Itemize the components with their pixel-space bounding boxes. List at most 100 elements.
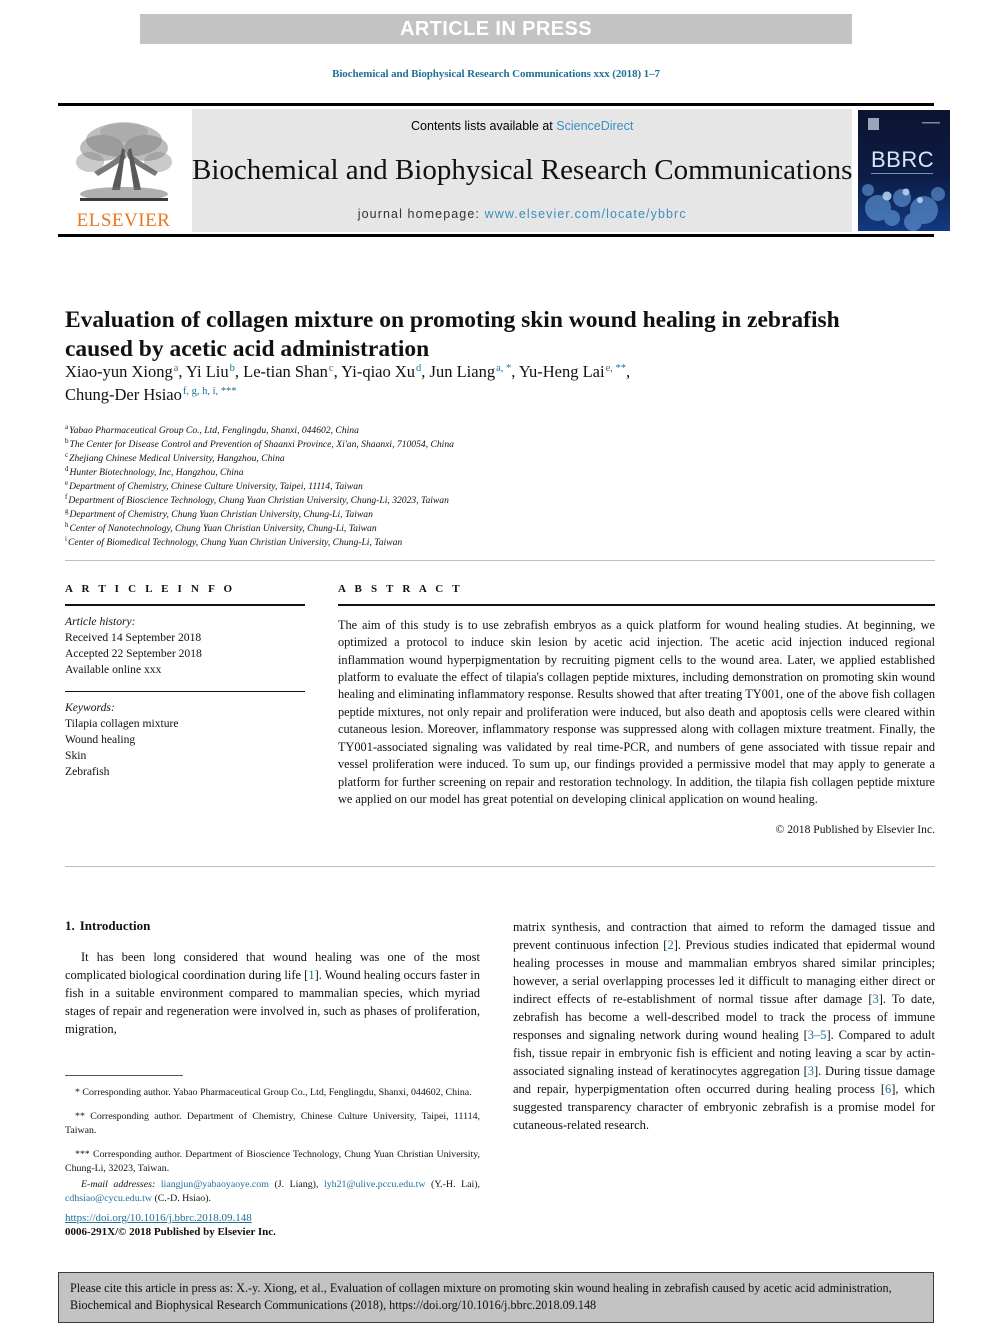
abstract-column: A B S T R A C T The aim of this study is… [338,583,935,836]
corresponding-author-note: * Corresponding author. Yabao Pharmaceut… [75,1086,472,1098]
keywords-rule [65,690,305,693]
elsevier-wordmark: ELSEVIER [76,210,171,231]
journal-cover-thumbnail: BBRC [856,109,953,232]
cite-this-article-footer: Please cite this article in press as: X.… [58,1272,934,1323]
abstract-rule [338,604,935,606]
keyword-item: Wound healing [65,733,136,747]
article-in-press-banner: ARTICLE IN PRESS [140,14,852,44]
journal-masthead: ELSEVIER Contents lists available at Sci… [58,103,953,237]
affiliation-item: iCenter of Biomedical Technology, Chung … [65,535,785,550]
section-title: Introduction [79,918,151,933]
affiliation-text: Department of Chemistry, Chung Yuan Chri… [69,509,373,520]
affiliation-text: Yabao Pharmaceutical Group Co., Ltd, Fen… [69,425,359,436]
elsevier-logo: ELSEVIER [58,109,189,232]
author-name: Chung-Der Hsiao [65,385,182,405]
homepage-url-link[interactable]: www.elsevier.com/locate/ybbrc [485,207,687,221]
email-link[interactable]: cdhsiao@cycu.edu.tw [65,1193,152,1204]
masthead-rule-top [58,103,934,106]
masthead-rule-bottom [58,234,934,237]
author-affiliation-mark: e, ** [605,362,626,374]
article-history-label: Article history: [65,614,136,628]
cite-this-article-text: Please cite this article in press as: X.… [70,1281,892,1312]
affiliation-item: fDepartment of Bioscience Technology, Ch… [65,493,785,508]
page-title: Evaluation of collagen mixture on promot… [65,306,840,363]
email-owner: (Y.-H. Lai), [431,1178,480,1190]
article-info-heading: A R T I C L E I N F O [65,583,236,595]
email-link[interactable]: liangjun@yabaoyaoye.com [161,1179,269,1190]
footnote-block: * Corresponding author. Yabao Pharmaceut… [65,1075,480,1216]
email-owner: (C.-D. Hsiao). [154,1193,211,1205]
homepage-label: journal homepage: [357,207,485,221]
email-link[interactable]: lyh21@ulive.pccu.edu.tw [324,1179,426,1190]
author-name: Xiao-yun Xiong [65,362,173,381]
affiliation-list: aYabao Pharmaceutical Group Co., Ltd, Fe… [65,423,785,550]
affiliation-text: The Center for Disease Control and Preve… [69,439,454,450]
author-name: Jun Liang [429,362,496,381]
author-affiliation-mark: a [173,362,179,374]
article-info-column: A R T I C L E I N F O Article history: R… [65,583,305,780]
author-affiliation-mark: d [416,362,422,374]
corresponding-author-note: *** Corresponding author. Department of … [65,1148,480,1174]
keywords-label: Keywords: [65,701,115,715]
keyword-item: Skin [65,749,87,763]
abstract-text: The aim of this study is to use zebrafis… [338,617,935,807]
affiliation-text: Department of Chemistry, Chinese Culture… [69,481,363,492]
intro-paragraph-continued: matrix synthesis, and contraction that a… [513,918,935,1134]
intro-paragraph: It has been long considered that wound h… [65,948,480,1038]
author-name: Le-tian Shan [243,362,328,381]
article-info-rule [65,604,305,606]
author-name: Yu-Heng Lai [518,362,605,381]
email-owner: (J. Liang), [274,1178,319,1190]
abstract-heading: A B S T R A C T [338,583,463,595]
doi-block: https://doi.org/10.1016/j.bbrc.2018.09.1… [65,1212,480,1238]
contents-list-line: Contents lists available at ScienceDirec… [411,119,633,133]
affiliation-item: gDepartment of Chemistry, Chung Yuan Chr… [65,507,785,522]
journal-homepage-line: journal homepage: www.elsevier.com/locat… [358,207,687,221]
affiliation-item: bThe Center for Disease Control and Prev… [65,437,785,452]
abstract-divider-bottom [65,866,935,867]
abstract-divider-top [65,560,935,561]
sciencedirect-link[interactable]: ScienceDirect [556,119,633,133]
footnote-rule [65,1075,183,1076]
affiliation-text: Center of Nanotechnology, Chung Yuan Chr… [69,523,377,534]
affiliation-text: Department of Bioscience Technology, Chu… [68,495,449,506]
author-name: Yi Liu [186,362,229,381]
keywords-group: Keywords: Tilapia collagen mixture Wound… [65,700,305,780]
affiliation-text: Zhejiang Chinese Medical University, Han… [69,453,285,464]
article-history-item: Available online xxx [65,662,162,676]
svg-text:BBRC: BBRC [871,147,934,172]
section-number: 1. [65,918,75,933]
affiliation-text: Hunter Biotechnology, Inc, Hangzhou, Chi… [69,467,244,478]
author-affiliation-mark: c [328,362,334,374]
abstract-copyright: © 2018 Published by Elsevier Inc. [775,822,935,836]
elsevier-tree-icon [75,122,172,201]
journal-title: Biochemical and Biophysical Research Com… [192,153,853,186]
issn-copyright-line: 0006-291X/© 2018 Published by Elsevier I… [65,1226,276,1238]
author-affiliation-mark: a, * [496,362,512,374]
article-history-item: Received 14 September 2018 [65,630,202,644]
citation-ref[interactable]: 3–5 [808,1028,827,1042]
article-history-item: Accepted 22 September 2018 [65,646,202,660]
article-in-press-label: ARTICLE IN PRESS [400,17,592,40]
affiliation-item: dHunter Biotechnology, Inc, Hangzhou, Ch… [65,465,785,480]
author-affiliation-mark: f, g, h, i, *** [182,385,237,397]
body-column-right: matrix synthesis, and contraction that a… [513,918,935,1134]
keyword-item: Zebrafish [65,765,110,779]
author-list: Xiao-yun Xionga, Yi Liub, Le-tian Shanc,… [65,362,631,405]
affiliation-item: eDepartment of Chemistry, Chinese Cultur… [65,479,785,494]
affiliation-item: aYabao Pharmaceutical Group Co., Ltd, Fe… [65,423,785,438]
corresponding-author-note: ** Corresponding author. Department of C… [65,1110,480,1136]
email-addresses-label: E-mail addresses: [81,1178,156,1190]
email-addresses-note: E-mail addresses: liangjun@yabaoyaoye.co… [65,1178,480,1206]
author-affiliation-mark: b [229,362,235,374]
masthead-center: Contents lists available at ScienceDirec… [192,109,853,232]
affiliation-text: Center of Biomedical Technology, Chung Y… [67,537,403,548]
section-heading-introduction: 1. Introduction [65,918,480,934]
author-name: Yi-qiao Xu [341,362,416,381]
running-head: Biochemical and Biophysical Research Com… [332,68,660,80]
affiliation-item: hCenter of Nanotechnology, Chung Yuan Ch… [65,521,785,536]
article-history-group: Article history: Received 14 September 2… [65,614,305,678]
bbrc-cover-icon: BBRC [858,110,951,231]
body-column-left: 1. Introduction It has been long consider… [65,918,480,1038]
doi-link[interactable]: https://doi.org/10.1016/j.bbrc.2018.09.1… [65,1212,480,1224]
